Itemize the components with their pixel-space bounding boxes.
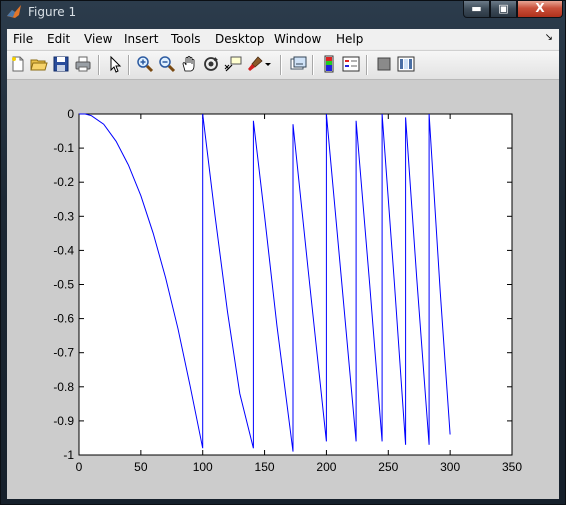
insert-colorbar-icon[interactable] — [320, 55, 338, 73]
insert-legend-icon[interactable] — [342, 55, 360, 73]
y-tick-label: -0.7 — [53, 346, 74, 360]
x-tick-label: 100 — [193, 460, 213, 474]
x-tick-label: 50 — [134, 460, 148, 474]
axes-background[interactable] — [78, 113, 513, 456]
show-plot-tools-icon[interactable] — [397, 55, 415, 73]
menu-view[interactable]: View — [84, 32, 112, 46]
window-title: Figure 1 — [28, 5, 77, 19]
y-tick-label: -0.5 — [53, 278, 74, 292]
x-tick-label: 250 — [378, 460, 398, 474]
close-button[interactable]: X — [517, 1, 563, 18]
y-tick-label: 0 — [67, 107, 74, 121]
x-tick-label: 350 — [502, 460, 522, 474]
edit-plot-arrow-icon[interactable] — [106, 55, 124, 73]
figure-canvas[interactable]: 0 -0.1 -0.2 -0.3 -0.4 -0.5 -0.6 -0.7 -0.8 -0.9 -1 … — [7, 80, 559, 499]
menu-window[interactable]: Window — [274, 32, 321, 46]
menu-file[interactable]: File — [13, 32, 33, 46]
save-icon[interactable] — [52, 55, 70, 73]
y-tick-label: -0.6 — [53, 312, 74, 326]
zoom-in-icon[interactable] — [136, 55, 154, 73]
rotate-3d-icon[interactable] — [202, 55, 220, 73]
link-plot-icon[interactable] — [289, 55, 307, 73]
hide-plot-tools-icon[interactable] — [375, 55, 393, 73]
maximize-button[interactable]: ▣ — [490, 1, 517, 18]
menu-bar: File Edit View Insert Tools Desktop Wind… — [7, 29, 559, 49]
menu-insert[interactable]: Insert — [124, 32, 158, 46]
menu-tools[interactable]: Tools — [171, 32, 201, 46]
toolbar-separator — [280, 55, 282, 75]
menu-desktop[interactable]: Desktop — [215, 32, 265, 46]
y-tick-label: -0.1 — [53, 141, 74, 155]
figure-toolbar — [7, 50, 559, 80]
menu-edit[interactable]: Edit — [47, 32, 70, 46]
matlab-logo-icon — [7, 5, 21, 18]
new-figure-icon[interactable] — [9, 55, 27, 73]
x-tick-label: 150 — [255, 460, 275, 474]
line-plot[interactable]: 0-0.1-0.2-0.3-0.4-0.5-0.6-0.7-0.8-0.9-1 … — [7, 80, 559, 499]
y-tick-label: -1 — [63, 448, 74, 462]
y-tick-label: -0.3 — [53, 209, 74, 223]
toolbar-separator — [312, 55, 314, 75]
figure-client-area: File Edit View Insert Tools Desktop Wind… — [7, 29, 559, 499]
x-tick-label: 200 — [316, 460, 336, 474]
zoom-out-icon[interactable] — [158, 55, 176, 73]
figure-window: Figure 1 ▬ ▣ X File Edit View Insert Too… — [0, 0, 566, 505]
y-tick-label: -0.4 — [53, 243, 74, 257]
toolbar-separator — [366, 55, 368, 75]
title-bar[interactable]: Figure 1 ▬ ▣ X — [1, 1, 565, 23]
y-tick-label: -0.9 — [53, 414, 74, 428]
minimize-button[interactable]: ▬ — [463, 1, 490, 18]
toolbar-separator — [98, 55, 100, 75]
x-tick-label: 0 — [76, 460, 83, 474]
brush-icon[interactable] — [246, 55, 264, 73]
pan-hand-icon[interactable] — [180, 55, 198, 73]
brush-dropdown-icon[interactable] — [263, 55, 273, 73]
dock-figure-icon[interactable]: ↘ — [545, 32, 553, 43]
x-tick-label: 300 — [440, 460, 460, 474]
y-tick-label: -0.2 — [53, 175, 74, 189]
open-file-icon[interactable] — [30, 55, 48, 73]
y-tick-label: -0.8 — [53, 380, 74, 394]
toolbar-separator — [128, 55, 130, 75]
print-icon[interactable] — [74, 55, 92, 73]
data-cursor-icon[interactable] — [224, 55, 242, 73]
menu-help[interactable]: Help — [336, 32, 363, 46]
